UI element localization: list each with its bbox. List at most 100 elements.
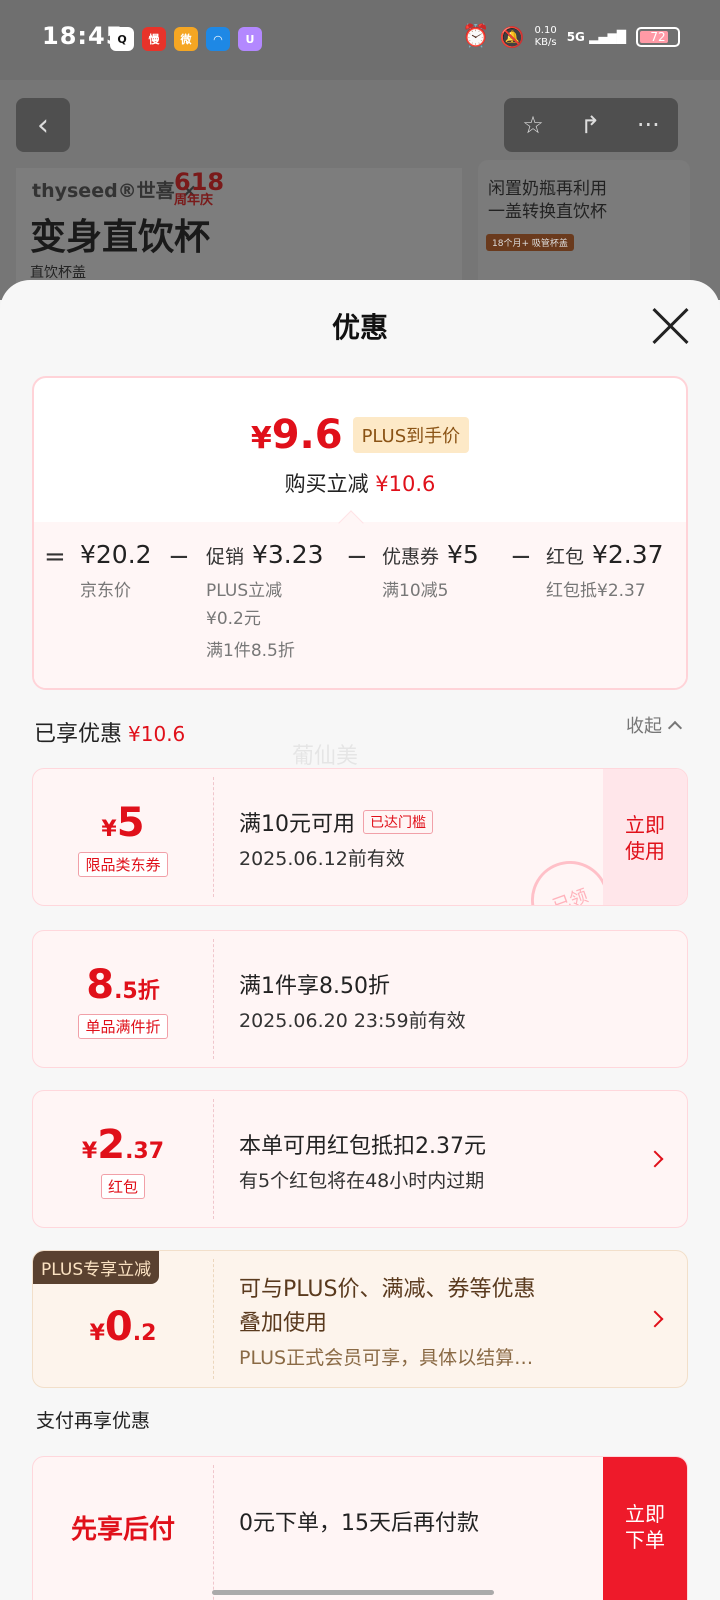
redpacket-label: 红包 — [546, 546, 585, 568]
coupon-amount-block: ¥5 限品类东券 — [33, 769, 213, 905]
status-bar: 18:45 Q 慢 微 ◠ U ⏰ 🔕 0.10 KB/s 5G ▂▄▆█ 72 — [0, 0, 720, 80]
coupon-yen: ¥ — [81, 1138, 98, 1164]
app-purple-icon: U — [238, 27, 262, 51]
coupon-card-redpacket[interactable]: ¥2.37 红包 本单可用红包抵扣2.37元 有5个红包将在48小时内过期 — [32, 1090, 688, 1228]
coupon-divider — [213, 1259, 214, 1379]
final-price-symbol: ¥ — [250, 421, 272, 456]
coupon-details: 满1件享8.50折 2025.06.20 23:59前有效 — [239, 931, 466, 1067]
signal-label: 5G — [566, 29, 585, 44]
side-banner-line1: 闲置奶瓶再利用 — [488, 179, 607, 199]
side-banner-tag: 18个月+ 吸管杯盖 — [486, 234, 574, 251]
coupon-label: 优惠券 — [382, 546, 440, 568]
signal-icon: 5G ▂▄▆█ — [566, 29, 626, 44]
enjoyed-discount-header: 已享优惠 ¥10.6 — [34, 716, 185, 748]
coupon-divider — [213, 777, 214, 897]
coupon-amount-block: 8.5折 单品满件折 — [33, 931, 213, 1067]
promo-sub-discount: 满1件8.5折 — [206, 641, 295, 661]
banner-subtitle: 直饮杯盖 — [30, 265, 86, 281]
mute-icon: 🔕 — [499, 24, 525, 49]
anniversary-number: 618 — [174, 168, 225, 196]
coupon-details: 可与PLUS价、满减、券等优惠 叠加使用 PLUS正式会员可享，具体以结算… — [239, 1251, 536, 1387]
promo-item: 促销 ¥3.23 PLUS立减 ¥0.2元 满1件8.5折 — [206, 540, 324, 665]
redpacket-deduct-text: 本单可用红包抵扣2.37元 — [239, 1133, 486, 1159]
chevron-up-icon — [667, 720, 683, 736]
reduce-amount: ¥10.6 — [375, 472, 436, 496]
coupon-details: 满10元可用 已达门槛 2025.06.12前有效 — [239, 769, 433, 905]
side-banner-line2: 一盖转换直饮杯 — [488, 202, 607, 222]
reduce-summary: 购买立减 ¥10.6 — [34, 468, 686, 498]
background-product-page: ‹ ☆ ↱ ··· thyseed®世喜 × 618 周年庆 变身直饮杯 直饮杯… — [0, 80, 720, 300]
order-now-button[interactable]: 立即 下单 — [603, 1457, 687, 1600]
favorite-star-icon[interactable]: ☆ — [522, 111, 544, 139]
chevron-right-icon — [646, 1150, 664, 1168]
enjoyed-amount: ¥10.6 — [128, 722, 186, 746]
coupon-item: 优惠券 ¥5 满10减5 — [382, 540, 479, 605]
pay-later-name: 先享后付 — [70, 1514, 175, 1545]
redpacket-amount: ¥2.37 — [591, 540, 664, 569]
home-indicator[interactable] — [212, 1590, 494, 1595]
pay-later-card: 先享后付 0元下单，15天后再付款 立即 下单 — [32, 1456, 688, 1600]
equals-sign: = — [44, 542, 66, 572]
promo-sub-plus: PLUS立减 — [206, 581, 283, 601]
network-speed-unit: KB/s — [534, 36, 557, 48]
anniversary-logo: 618 周年庆 — [174, 170, 224, 208]
final-price: ¥9.6 — [251, 412, 343, 458]
more-icon[interactable]: ··· — [637, 111, 660, 139]
share-icon[interactable]: ↱ — [580, 111, 600, 139]
jd-price-item: ¥20.2 京东价 — [80, 540, 152, 605]
back-button[interactable]: ‹ — [16, 98, 70, 152]
pay-section-label: 支付再享优惠 — [36, 1410, 151, 1432]
watermark: 葡仙美 — [292, 744, 359, 769]
enjoyed-label: 已享优惠 — [34, 722, 123, 747]
plus-value: 0 — [104, 1304, 133, 1350]
side-banner: 闲置奶瓶再利用 一盖转换直饮杯 18个月+ 吸管杯盖 — [478, 160, 690, 300]
coupon-condition: 满1件享8.50折 — [239, 973, 390, 999]
coupon-yen: ¥ — [101, 816, 117, 842]
plus-member-text: PLUS正式会员可享，具体以结算… — [239, 1346, 534, 1369]
discount-decimal: .5折 — [114, 978, 160, 1004]
chevron-left-icon: ‹ — [37, 107, 49, 143]
collapse-toggle[interactable]: 收起 — [626, 712, 683, 738]
discount-value: 8 — [86, 961, 115, 1008]
sheet-title: 优惠 — [331, 311, 388, 344]
promo-label: 促销 — [206, 546, 245, 568]
threshold-reached-badge: 已达门槛 — [363, 809, 433, 834]
close-button[interactable] — [650, 306, 690, 346]
redpacket-item: 红包 ¥2.37 红包抵¥2.37 — [546, 540, 664, 605]
minus-sign: − — [346, 542, 368, 572]
pay-later-desc: 0元下单，15天后再付款 — [239, 1511, 479, 1536]
coupon-amount-block: ¥2.37 红包 — [33, 1091, 213, 1227]
final-price-value: 9.6 — [271, 412, 343, 458]
coupon-validity: 2025.06.20 23:59前有效 — [239, 1009, 466, 1032]
coupon-divider — [213, 1099, 214, 1219]
redpacket-expire-text: 有5个红包将在48小时内过期 — [239, 1169, 485, 1192]
redpacket-sub: 红包抵¥2.37 — [546, 581, 646, 601]
use-now-button[interactable]: 立即 使用 — [603, 769, 687, 905]
side-banner-text: 闲置奶瓶再利用 一盖转换直饮杯 — [488, 178, 607, 224]
discount-sheet: 优惠 ¥9.6 PLUS到手价 购买立减 ¥10.6 = ¥20.2 京东价 −… — [0, 280, 720, 1600]
coupon-type-tag: 单品满件折 — [78, 1013, 168, 1039]
plus-stack-text: 可与PLUS价、满减、券等优惠 — [239, 1276, 536, 1302]
redpacket-value: 2 — [97, 1121, 126, 1168]
coupon-details: 本单可用红包抵扣2.37元 有5个红包将在48小时内过期 — [239, 1091, 486, 1227]
network-speed: 0.10 KB/s — [534, 25, 556, 49]
plus-decimal: .2 — [132, 1321, 157, 1346]
coupon-divider — [213, 939, 214, 1059]
coupon-card-plus[interactable]: PLUS专享立减 ¥0.2 可与PLUS价、满减、券等优惠 叠加使用 PLUS正… — [32, 1250, 688, 1388]
promo-sub-plus-amount: ¥0.2元 — [206, 609, 261, 629]
coupon-amount-block: ¥0.2 — [33, 1251, 213, 1387]
battery-icon: 72 — [636, 26, 680, 47]
coupon-divider — [213, 1465, 214, 1600]
anniversary-sub: 周年庆 — [174, 193, 214, 208]
app-blue-icon: ◠ — [206, 27, 230, 51]
brand-logo: thyseed®世喜 × — [32, 180, 198, 202]
battery-level: 72 — [650, 29, 666, 44]
coupon-validity: 2025.06.12前有效 — [239, 847, 405, 870]
coupon-value: 5 — [116, 799, 145, 846]
plus-stack-text-2: 叠加使用 — [239, 1310, 328, 1336]
coupon-type-tag: 限品类东券 — [78, 851, 168, 877]
product-banner: thyseed®世喜 × 618 周年庆 变身直饮杯 直饮杯盖 — [16, 168, 462, 298]
minus-sign: − — [168, 542, 190, 572]
jd-price-label: 京东价 — [80, 581, 131, 601]
coupon-yen: ¥ — [89, 1321, 105, 1346]
